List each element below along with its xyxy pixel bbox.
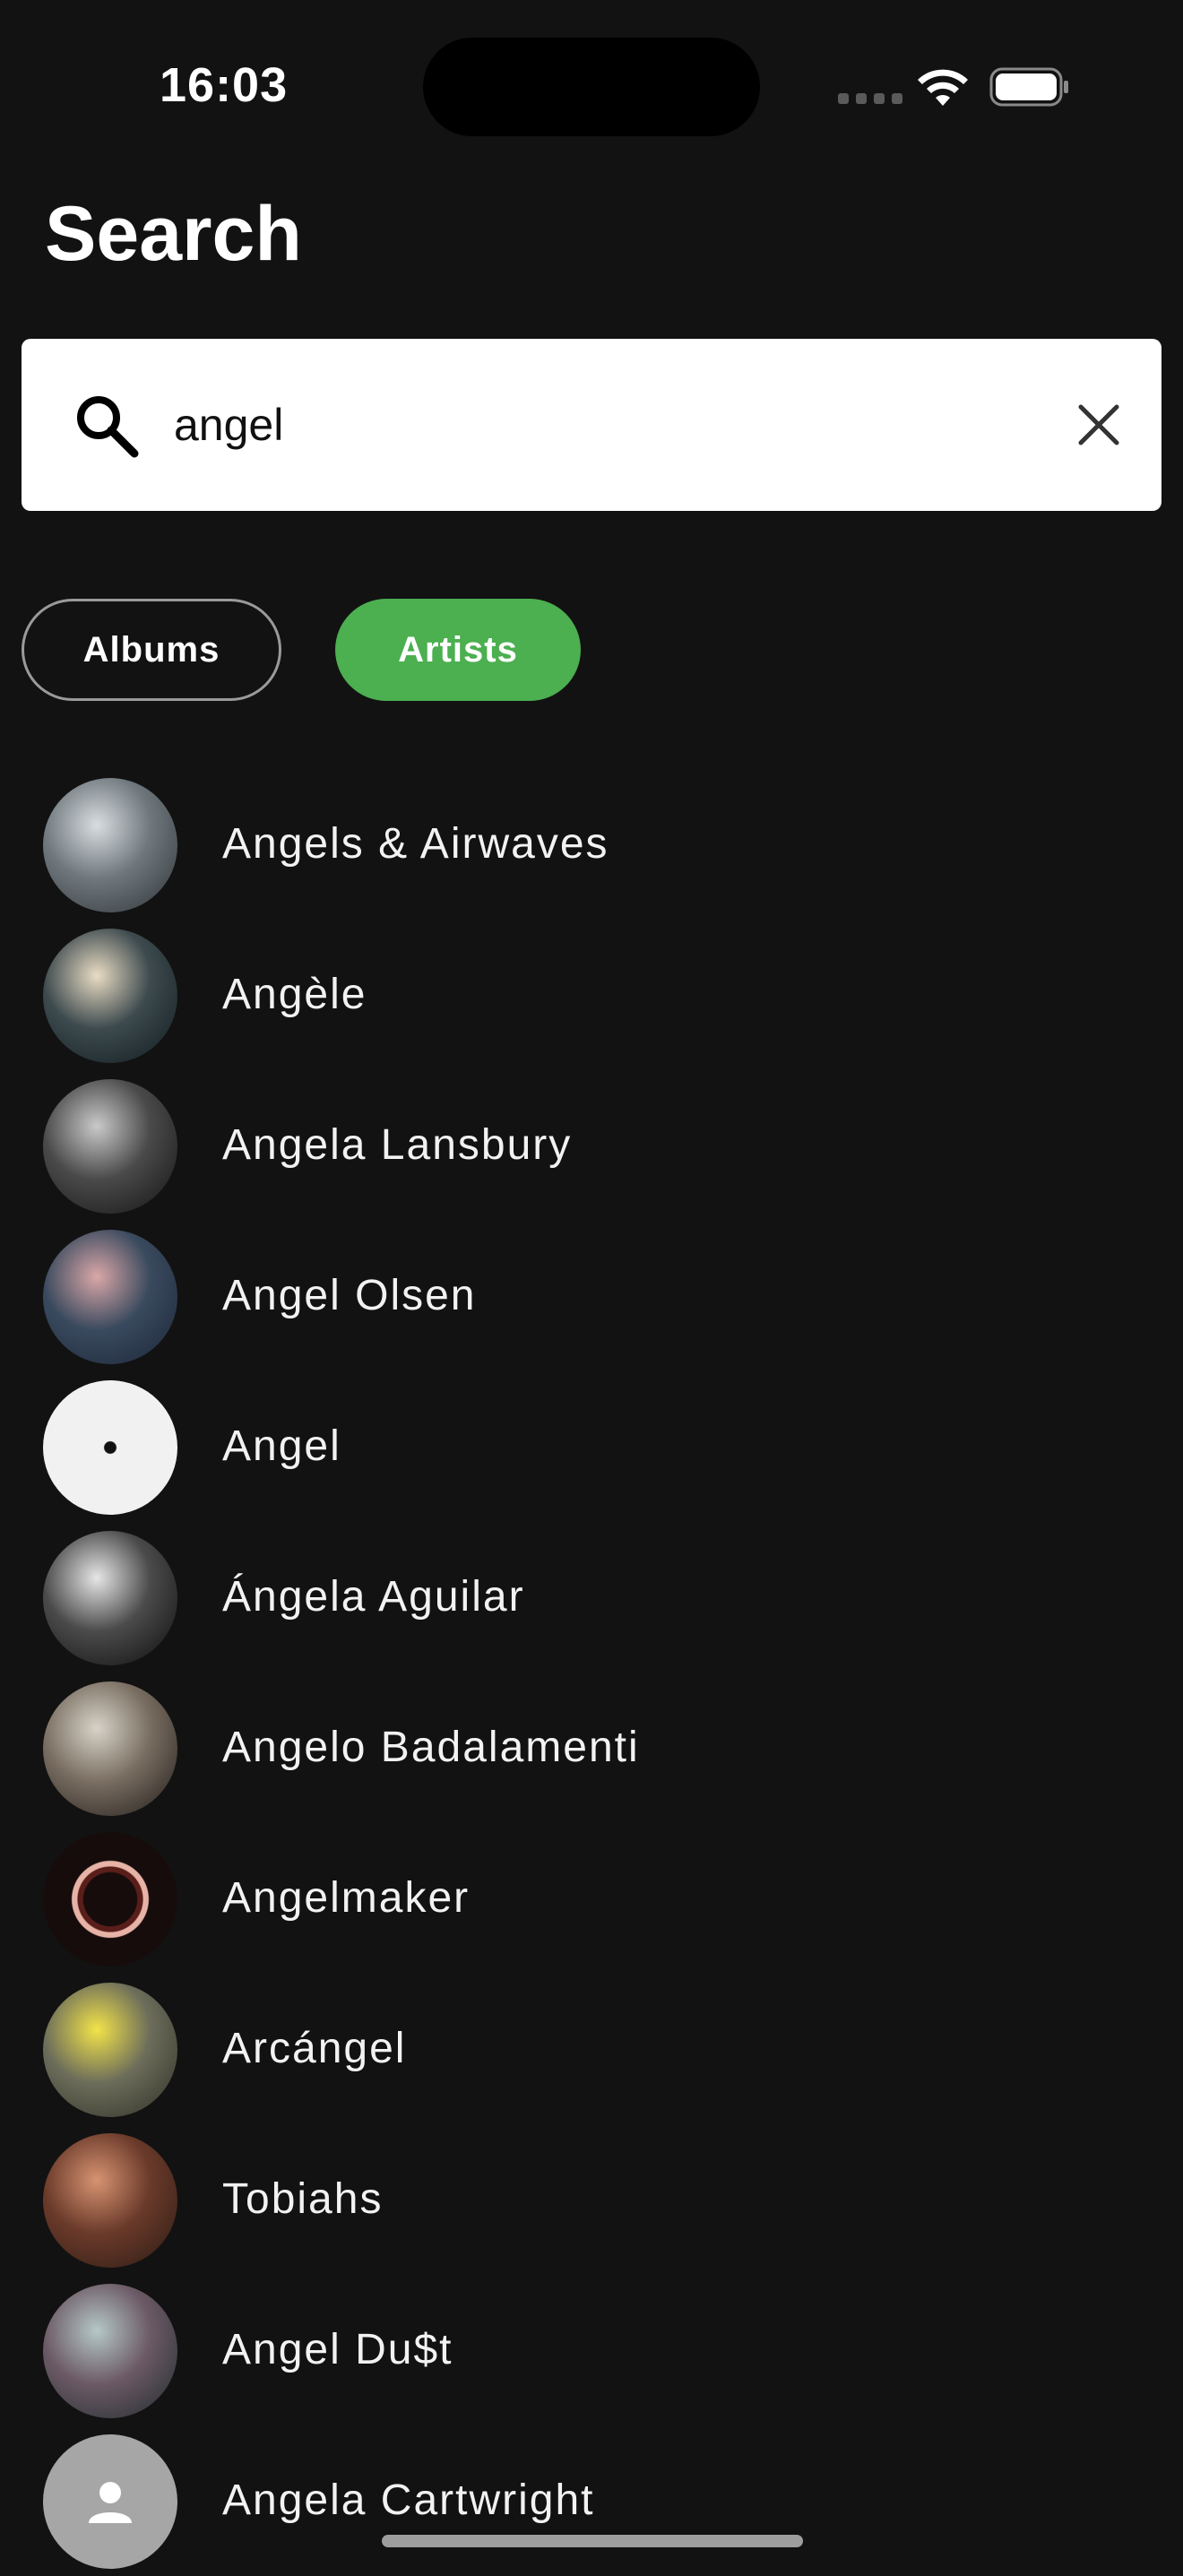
- artist-name: Tobiahs: [222, 2175, 384, 2223]
- wifi-icon: [918, 69, 968, 106]
- artist-list-item[interactable]: Tobiahs: [0, 2124, 1183, 2275]
- home-indicator[interactable]: [382, 2535, 803, 2547]
- artist-avatar: [43, 1380, 177, 1515]
- artist-list-item[interactable]: Angèle: [0, 920, 1183, 1070]
- artist-name: Arcángel: [222, 2025, 407, 2072]
- artist-avatar: [43, 2133, 177, 2268]
- artist-avatar: [43, 1832, 177, 1967]
- page-title: Search: [45, 191, 302, 277]
- artist-avatar: [43, 1983, 177, 2117]
- status-time: 16:03: [160, 58, 289, 112]
- artist-name: Angelmaker: [222, 1874, 471, 1922]
- artist-list-item[interactable]: Angel: [0, 1371, 1183, 1522]
- artist-list-item[interactable]: Angelo Badalamenti: [0, 1673, 1183, 1823]
- close-icon[interactable]: [1072, 398, 1126, 452]
- person-icon: [89, 2482, 132, 2523]
- artist-avatar: [43, 1531, 177, 1665]
- artist-name: Angels & Airwaves: [222, 820, 609, 868]
- search-input[interactable]: [152, 375, 1031, 475]
- dynamic-island: [423, 38, 760, 136]
- artist-list-item[interactable]: Arcángel: [0, 1974, 1183, 2124]
- search-bar: [22, 339, 1161, 511]
- artist-name: Angel Olsen: [222, 1272, 477, 1319]
- filter-chip-albums[interactable]: Albums: [22, 599, 281, 701]
- filter-chip-artists[interactable]: Artists: [335, 599, 581, 701]
- artist-list-item[interactable]: Angela Cartwright: [0, 2425, 1183, 2576]
- artist-list-item[interactable]: Ángela Aguilar: [0, 1522, 1183, 1673]
- battery-icon: [989, 67, 1068, 107]
- artist-name: Angela Cartwright: [222, 2477, 595, 2524]
- cellular-signal-icon: [838, 93, 902, 104]
- artist-avatar: [43, 778, 177, 912]
- artist-list-item[interactable]: Angelmaker: [0, 1823, 1183, 1974]
- artist-list-item[interactable]: Angela Lansbury: [0, 1070, 1183, 1221]
- artist-avatar: [43, 2284, 177, 2418]
- artist-name: Ángela Aguilar: [222, 1573, 525, 1621]
- artist-list-item[interactable]: Angel Olsen: [0, 1221, 1183, 1371]
- artist-name: Angela Lansbury: [222, 1121, 573, 1169]
- artist-name: Angelo Badalamenti: [222, 1724, 640, 1771]
- artist-name: Angel Du$t: [222, 2326, 453, 2373]
- artist-avatar: [43, 2434, 177, 2569]
- artist-list-item[interactable]: Angels & Airwaves: [0, 769, 1183, 920]
- search-icon: [77, 396, 139, 458]
- artist-name: Angèle: [222, 971, 367, 1018]
- artist-avatar: [43, 929, 177, 1063]
- artist-avatar: [43, 1079, 177, 1214]
- artist-list-item[interactable]: Angel Du$t: [0, 2275, 1183, 2425]
- artist-name: Angel: [222, 1422, 341, 1470]
- artist-avatar: [43, 1681, 177, 1816]
- artist-results-list: Angels & Airwaves Angèle Angela Lansbury An…: [0, 769, 1183, 2576]
- artist-avatar: [43, 1230, 177, 1364]
